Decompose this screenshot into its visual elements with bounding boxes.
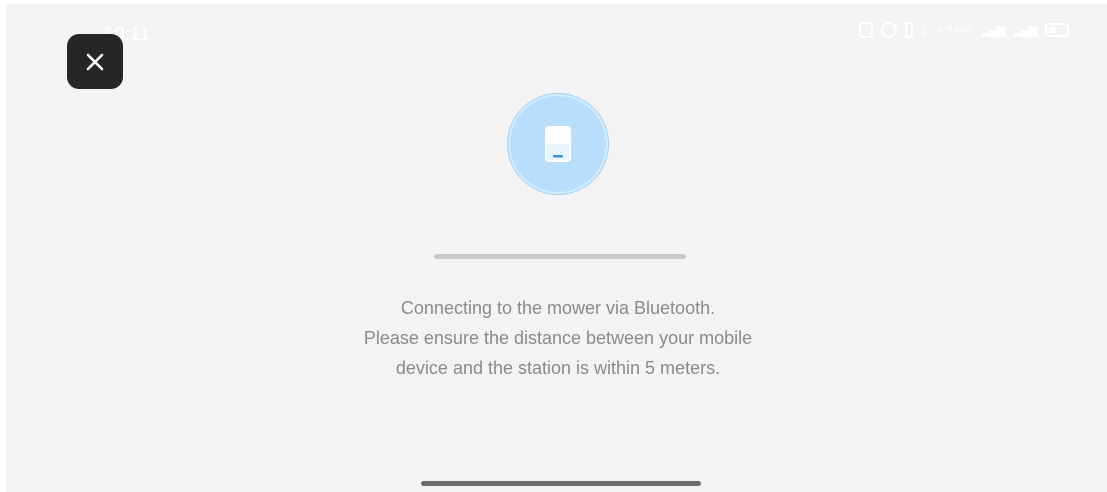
station-illustration: [510, 96, 606, 192]
progress-fill: [434, 254, 686, 259]
connection-message: Connecting to the mower via Bluetooth. P…: [258, 293, 858, 383]
message-line-1: Connecting to the mower via Bluetooth.: [400, 298, 716, 318]
signal-icon-2: ▂▄▆: [1013, 23, 1038, 37]
status-bar: 10:11 ᛒ 0.78 KB/S ▂▄▆ ▂▄▆: [6, 4, 1107, 64]
close-button[interactable]: [67, 34, 123, 89]
bluetooth-icon: ᛒ: [920, 22, 930, 38]
battery-icon: [1045, 23, 1069, 37]
signal-icon: ▂▄▆: [981, 23, 1006, 37]
message-line-3: device and the station is within 5 meter…: [395, 358, 721, 378]
status-icons: ᛒ 0.78 KB/S ▂▄▆ ▂▄▆: [858, 22, 1069, 38]
station-icon: [545, 126, 571, 162]
connection-progress-bar: [434, 254, 686, 259]
network-speed-icon: 0.78 KB/S: [937, 25, 974, 34]
message-line-2: Please ensure the distance between your …: [363, 328, 753, 348]
nfc-icon: [858, 22, 873, 38]
vibrate-icon: [904, 22, 913, 38]
close-icon: [86, 53, 104, 70]
connection-screen: 10:11 ᛒ 0.78 KB/S ▂▄▆ ▂▄▆ Connecting to …: [6, 4, 1107, 492]
home-indicator[interactable]: [421, 481, 701, 486]
alarm-icon: [880, 22, 897, 38]
